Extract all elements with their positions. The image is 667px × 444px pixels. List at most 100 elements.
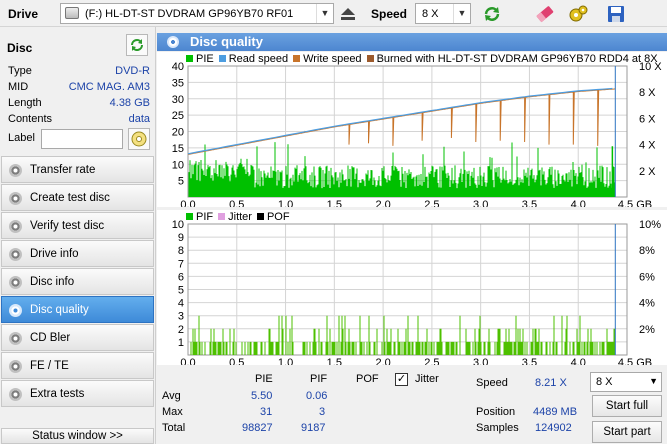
info-key: Type [8, 65, 32, 77]
pif-y-tick-label: 3 [178, 311, 184, 323]
pie-x-tick-label: 0.0 [180, 199, 195, 207]
avg-pie-value: 5.50 [251, 390, 273, 402]
drive-value: (F:) HL-DT-ST DVDRAM GP96YB70 RF01 [85, 8, 294, 20]
pie-y-tick-label: 10 [172, 159, 184, 171]
disc-refresh-button[interactable] [126, 34, 148, 56]
speed-y-tick-label: 6 X [639, 113, 656, 125]
disc-icon [9, 192, 22, 205]
nav-item-label: CD Bler [30, 332, 71, 344]
pif-x-tick-label: 2.0 [375, 357, 390, 365]
pif-y-tick-label: 6 [178, 271, 184, 283]
label-key: Label [8, 132, 35, 144]
panel-title-bar: Disc quality [157, 33, 667, 51]
jitter-y-tick-label: 10% [639, 219, 661, 231]
refresh-button[interactable] [480, 2, 504, 25]
nav-item-drive-info[interactable]: Drive info [1, 240, 154, 267]
chevron-down-icon: ▼ [453, 4, 470, 23]
nav-item-label: Extra tests [30, 388, 85, 400]
speed-label: Speed [371, 7, 408, 21]
settings-button[interactable] [566, 2, 590, 25]
nav-item-label: Transfer rate [30, 164, 96, 176]
col-pif-header: PIF [310, 373, 328, 385]
speed-stat-label: Speed [476, 377, 508, 389]
disc-icon [167, 36, 179, 48]
nav-item-verify-test-disc[interactable]: Verify test disc [1, 212, 154, 239]
disc-icon [9, 388, 22, 401]
nav-item-create-test-disc[interactable]: Create test disc [1, 184, 154, 211]
pie-y-tick-label: 20 [172, 127, 184, 139]
pie-x-tick-label: 2.5 [424, 199, 439, 207]
row-label: Avg [162, 390, 181, 402]
nav-item-transfer-rate[interactable]: Transfer rate [1, 156, 154, 183]
checkmark-icon: ✓ [396, 373, 407, 385]
speed-select[interactable]: 8 X ▼ [415, 3, 471, 24]
disc-header: Disc [0, 31, 156, 59]
info-key: Contents [8, 113, 53, 125]
save-button[interactable] [604, 2, 628, 25]
pif-y-tick-label: 9 [178, 232, 184, 244]
pif-x-tick-label: 3.5 [522, 357, 537, 365]
nav-item-fe-te[interactable]: FE / TE [1, 352, 154, 379]
nav-item-label: FE / TE [30, 360, 69, 372]
pie-x-tick-label: 4.0 [571, 199, 586, 207]
nav-item-disc-info[interactable]: Disc info [1, 268, 154, 295]
disc-info-row: Length 4.38 GB [0, 96, 156, 112]
disc-icon [9, 304, 22, 317]
pie-x-tick-label: 1.0 [278, 199, 293, 207]
speed-stat-value: 8.21 X [535, 377, 567, 389]
disc-apply-icon [131, 131, 147, 147]
speed-y-tick-label: 10 X [639, 61, 662, 73]
position-label: Position [476, 406, 516, 418]
nav-item-label: Create test disc [30, 192, 110, 204]
start-full-button[interactable]: Start full [592, 395, 662, 417]
disc-icon [9, 276, 22, 289]
chevron-down-icon: ▼ [649, 376, 658, 386]
samples-label: Samples [476, 422, 519, 434]
pie-x-tick-label: 2.0 [375, 199, 390, 207]
test-speed-select[interactable]: 8 X ▼ [590, 372, 662, 392]
position-value: 4489 MB [533, 406, 578, 418]
info-value: CMC MAG. AM3 [68, 81, 150, 93]
pie-y-tick-label: 30 [172, 94, 184, 106]
pie-y-tick-label: 40 [172, 61, 184, 73]
jitter-y-tick-label: 4% [639, 298, 655, 310]
refresh-icon [484, 6, 500, 21]
jitter-checkbox[interactable]: ✓ [395, 373, 408, 386]
speed-y-tick-label: 8 X [639, 87, 656, 99]
drive-icon [65, 7, 79, 19]
nav-item-disc-quality[interactable]: Disc quality [1, 296, 154, 323]
speed-y-tick-label: 4 X [639, 140, 656, 152]
row-label: Total [162, 422, 186, 434]
drive-label: Drive [8, 7, 39, 21]
status-window-button[interactable]: Status window >> [1, 428, 154, 444]
disc-info-row: Contents data [0, 112, 156, 128]
max-pif-value: 3 [319, 406, 326, 418]
nav-item-extra-tests[interactable]: Extra tests [1, 380, 154, 407]
chevron-down-icon: ▼ [316, 4, 333, 23]
pif-chart: PIF Jitter POF 1 2 3 4 5 6 7 8 9 10 0.0 0.5 1.0 1.5 2.0 2… [157, 210, 667, 365]
pif-y-tick-label: 10 [172, 219, 184, 231]
info-value: data [128, 113, 150, 125]
start-part-button[interactable]: Start part [592, 421, 662, 443]
drive-select[interactable]: (F:) HL-DT-ST DVDRAM GP96YB70 RF01 ▼ [60, 3, 334, 24]
pie-x-tick-label: 3.5 [522, 199, 537, 207]
eraser-icon [536, 5, 554, 22]
pif-x-tick-label: 2.5 [424, 357, 439, 365]
floppy-icon [608, 5, 624, 22]
total-pie-value: 98827 [242, 422, 273, 434]
nav-item-cd-bler[interactable]: CD Bler [1, 324, 154, 351]
panel-title: Disc quality [190, 34, 263, 49]
gear-icon [569, 5, 588, 21]
disc-icon [9, 248, 22, 261]
pif-x-tick-label: 1.5 [327, 357, 342, 365]
label-input[interactable] [41, 129, 123, 149]
col-pie-header: PIE [255, 373, 273, 385]
erase-button[interactable] [533, 2, 557, 25]
pif-x-tick-label: 0.5 [229, 357, 244, 365]
disc-info-row: MID CMC MAG. AM3 [0, 80, 156, 96]
eject-button[interactable] [336, 2, 360, 25]
pif-x-tick-label: 1.0 [278, 357, 293, 365]
jitter-label: Jitter [415, 373, 439, 385]
pif-x-tick-label: 0.0 [180, 357, 195, 365]
label-apply-button[interactable] [128, 128, 150, 150]
